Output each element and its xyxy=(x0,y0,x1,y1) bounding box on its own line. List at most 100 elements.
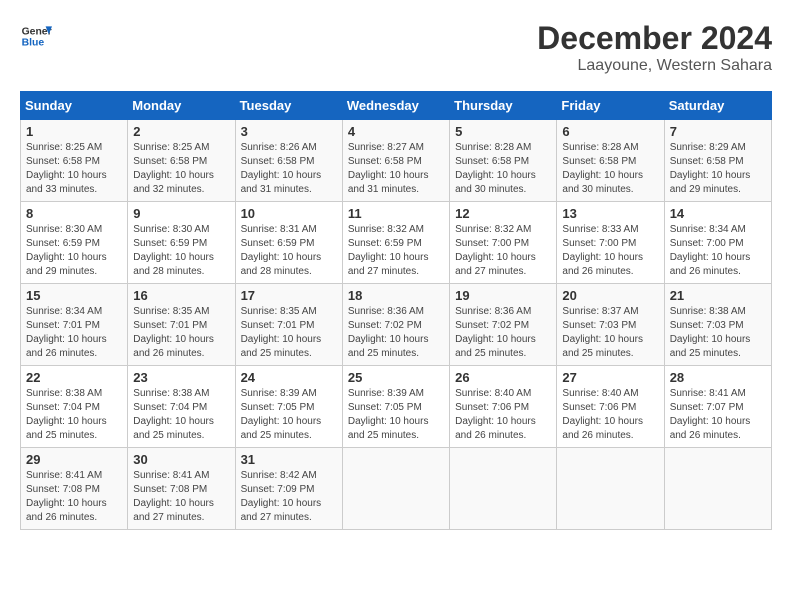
calendar-cell: 12 Sunrise: 8:32 AM Sunset: 7:00 PM Dayli… xyxy=(450,202,557,284)
calendar-cell: 2 Sunrise: 8:25 AM Sunset: 6:58 PM Daylig… xyxy=(128,120,235,202)
day-number: 10 xyxy=(241,206,337,221)
header: General Blue December 2024 Laayoune, Wes… xyxy=(20,20,772,75)
calendar-week-row: 1 Sunrise: 8:25 AM Sunset: 6:58 PM Daylig… xyxy=(21,120,772,202)
logo-icon: General Blue xyxy=(20,20,52,52)
day-info: Sunrise: 8:40 AM Sunset: 7:06 PM Dayligh… xyxy=(562,387,658,443)
day-info: Sunrise: 8:39 AM Sunset: 7:05 PM Dayligh… xyxy=(348,387,444,443)
day-info: Sunrise: 8:30 AM Sunset: 6:59 PM Dayligh… xyxy=(26,223,122,279)
calendar-cell: 29Sunrise: 8:41 AM Sunset: 7:08 PM Dayli… xyxy=(21,448,128,530)
day-info: Sunrise: 8:25 AM Sunset: 6:58 PM Dayligh… xyxy=(26,141,122,197)
day-info: Sunrise: 8:41 AM Sunset: 7:07 PM Dayligh… xyxy=(670,387,766,443)
calendar-cell: 4 Sunrise: 8:27 AM Sunset: 6:58 PM Daylig… xyxy=(342,120,449,202)
day-number: 4 xyxy=(348,124,444,139)
calendar-week-row: 22 Sunrise: 8:38 AM Sunset: 7:04 PM Dayli… xyxy=(21,366,772,448)
day-info: Sunrise: 8:33 AM Sunset: 7:00 PM Dayligh… xyxy=(562,223,658,279)
day-number: 21 xyxy=(670,288,766,303)
calendar-week-row: 15 Sunrise: 8:34 AM Sunset: 7:01 PM Dayli… xyxy=(21,284,772,366)
calendar-cell: 25 Sunrise: 8:39 AM Sunset: 7:05 PM Dayli… xyxy=(342,366,449,448)
calendar-cell: 30 Sunrise: 8:41 AM Sunset: 7:08 PM Dayli… xyxy=(128,448,235,530)
day-number: 24 xyxy=(241,370,337,385)
calendar-subtitle: Laayoune, Western Sahara xyxy=(537,57,772,75)
calendar-cell: 22Sunrise: 8:38 AM Sunset: 7:04 PM Dayli… xyxy=(21,366,128,448)
day-info: Sunrise: 8:25 AM Sunset: 6:58 PM Dayligh… xyxy=(133,141,229,197)
day-number: 15 xyxy=(26,288,122,303)
day-header-sunday: Sunday xyxy=(21,92,128,120)
calendar-cell xyxy=(664,448,771,530)
day-number: 5 xyxy=(455,124,551,139)
day-number: 22 xyxy=(26,370,122,385)
day-info: Sunrise: 8:42 AM Sunset: 7:09 PM Dayligh… xyxy=(241,469,337,525)
day-number: 11 xyxy=(348,206,444,221)
day-header-tuesday: Tuesday xyxy=(235,92,342,120)
calendar-cell: 18 Sunrise: 8:36 AM Sunset: 7:02 PM Dayli… xyxy=(342,284,449,366)
day-number: 19 xyxy=(455,288,551,303)
day-header-monday: Monday xyxy=(128,92,235,120)
day-number: 18 xyxy=(348,288,444,303)
day-info: Sunrise: 8:38 AM Sunset: 7:04 PM Dayligh… xyxy=(133,387,229,443)
calendar-cell: 5Sunrise: 8:28 AM Sunset: 6:58 PM Daylig… xyxy=(450,120,557,202)
day-number: 17 xyxy=(241,288,337,303)
calendar-cell: 23 Sunrise: 8:38 AM Sunset: 7:04 PM Dayli… xyxy=(128,366,235,448)
calendar-cell: 16 Sunrise: 8:35 AM Sunset: 7:01 PM Dayli… xyxy=(128,284,235,366)
calendar-week-row: 8 Sunrise: 8:30 AM Sunset: 6:59 PM Daylig… xyxy=(21,202,772,284)
day-number: 23 xyxy=(133,370,229,385)
day-info: Sunrise: 8:30 AM Sunset: 6:59 PM Dayligh… xyxy=(133,223,229,279)
day-number: 14 xyxy=(670,206,766,221)
day-number: 13 xyxy=(562,206,658,221)
day-number: 8 xyxy=(26,206,122,221)
day-info: Sunrise: 8:32 AM Sunset: 7:00 PM Dayligh… xyxy=(455,223,551,279)
day-info: Sunrise: 8:29 AM Sunset: 6:58 PM Dayligh… xyxy=(670,141,766,197)
calendar-cell: 15 Sunrise: 8:34 AM Sunset: 7:01 PM Dayli… xyxy=(21,284,128,366)
day-header-saturday: Saturday xyxy=(664,92,771,120)
day-number: 16 xyxy=(133,288,229,303)
title-area: December 2024 Laayoune, Western Sahara xyxy=(537,20,772,75)
calendar-cell: 13 Sunrise: 8:33 AM Sunset: 7:00 PM Dayli… xyxy=(557,202,664,284)
day-number: 9 xyxy=(133,206,229,221)
calendar-cell: 9 Sunrise: 8:30 AM Sunset: 6:59 PM Daylig… xyxy=(128,202,235,284)
day-number: 25 xyxy=(348,370,444,385)
day-info: Sunrise: 8:41 AM Sunset: 7:08 PM Dayligh… xyxy=(26,469,122,525)
day-info: Sunrise: 8:40 AM Sunset: 7:06 PM Dayligh… xyxy=(455,387,551,443)
day-info: Sunrise: 8:34 AM Sunset: 7:00 PM Dayligh… xyxy=(670,223,766,279)
calendar-cell: 10Sunrise: 8:31 AM Sunset: 6:59 PM Dayli… xyxy=(235,202,342,284)
day-number: 7 xyxy=(670,124,766,139)
calendar-cell: 21Sunrise: 8:38 AM Sunset: 7:03 PM Dayli… xyxy=(664,284,771,366)
day-number: 2 xyxy=(133,124,229,139)
day-number: 26 xyxy=(455,370,551,385)
day-number: 30 xyxy=(133,452,229,467)
day-header-wednesday: Wednesday xyxy=(342,92,449,120)
day-info: Sunrise: 8:32 AM Sunset: 6:59 PM Dayligh… xyxy=(348,223,444,279)
day-info: Sunrise: 8:41 AM Sunset: 7:08 PM Dayligh… xyxy=(133,469,229,525)
calendar-cell xyxy=(450,448,557,530)
calendar-cell: 19 Sunrise: 8:36 AM Sunset: 7:02 PM Dayli… xyxy=(450,284,557,366)
calendar-cell: 3Sunrise: 8:26 AM Sunset: 6:58 PM Daylig… xyxy=(235,120,342,202)
calendar-cell: 1 Sunrise: 8:25 AM Sunset: 6:58 PM Daylig… xyxy=(21,120,128,202)
day-info: Sunrise: 8:27 AM Sunset: 6:58 PM Dayligh… xyxy=(348,141,444,197)
day-info: Sunrise: 8:35 AM Sunset: 7:01 PM Dayligh… xyxy=(133,305,229,361)
calendar-header-row: SundayMondayTuesdayWednesdayThursdayFrid… xyxy=(21,92,772,120)
day-header-thursday: Thursday xyxy=(450,92,557,120)
calendar-cell: 26 Sunrise: 8:40 AM Sunset: 7:06 PM Dayli… xyxy=(450,366,557,448)
day-info: Sunrise: 8:34 AM Sunset: 7:01 PM Dayligh… xyxy=(26,305,122,361)
day-number: 28 xyxy=(670,370,766,385)
day-info: Sunrise: 8:36 AM Sunset: 7:02 PM Dayligh… xyxy=(455,305,551,361)
day-info: Sunrise: 8:36 AM Sunset: 7:02 PM Dayligh… xyxy=(348,305,444,361)
day-info: Sunrise: 8:28 AM Sunset: 6:58 PM Dayligh… xyxy=(562,141,658,197)
calendar-title: December 2024 xyxy=(537,20,772,57)
day-number: 6 xyxy=(562,124,658,139)
day-number: 12 xyxy=(455,206,551,221)
calendar-week-row: 29Sunrise: 8:41 AM Sunset: 7:08 PM Dayli… xyxy=(21,448,772,530)
calendar-cell: 8 Sunrise: 8:30 AM Sunset: 6:59 PM Daylig… xyxy=(21,202,128,284)
calendar-cell: 17Sunrise: 8:35 AM Sunset: 7:01 PM Dayli… xyxy=(235,284,342,366)
calendar-cell: 31 Sunrise: 8:42 AM Sunset: 7:09 PM Dayli… xyxy=(235,448,342,530)
calendar-table: SundayMondayTuesdayWednesdayThursdayFrid… xyxy=(20,91,772,530)
calendar-cell: 11 Sunrise: 8:32 AM Sunset: 6:59 PM Dayli… xyxy=(342,202,449,284)
calendar-body: 1 Sunrise: 8:25 AM Sunset: 6:58 PM Daylig… xyxy=(21,120,772,530)
day-number: 31 xyxy=(241,452,337,467)
calendar-cell xyxy=(342,448,449,530)
calendar-cell: 7 Sunrise: 8:29 AM Sunset: 6:58 PM Daylig… xyxy=(664,120,771,202)
calendar-cell xyxy=(557,448,664,530)
svg-text:Blue: Blue xyxy=(22,38,45,49)
day-number: 1 xyxy=(26,124,122,139)
day-number: 3 xyxy=(241,124,337,139)
